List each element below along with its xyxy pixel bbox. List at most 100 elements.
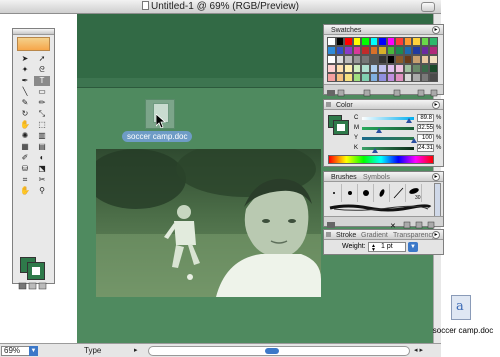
slider-k[interactable]: K 24.31 % [354, 144, 441, 153]
slider-track[interactable] [362, 137, 414, 140]
color-swatch[interactable] [395, 73, 404, 82]
scroll-arrows[interactable]: ◂ ▸ [414, 346, 438, 356]
color-swatch[interactable] [412, 46, 421, 55]
tab-symbols[interactable]: Symbols [360, 173, 393, 182]
tab-color[interactable]: Color [333, 101, 356, 110]
color-swatch[interactable] [412, 73, 421, 82]
tab-swatches[interactable]: Swatches [328, 26, 364, 35]
horizontal-scrollbar[interactable] [148, 346, 410, 356]
slider-thumb[interactable] [375, 128, 382, 133]
stroke-swatch[interactable] [27, 262, 45, 280]
slider-thumb[interactable] [371, 148, 378, 153]
color-swatch[interactable] [412, 64, 421, 73]
color-swatch[interactable] [335, 64, 344, 73]
color-swatch[interactable] [327, 73, 336, 82]
screen-mode-icons[interactable] [18, 282, 50, 290]
pencil-tool-icon[interactable]: ✏ [34, 98, 50, 108]
warp-tool-icon[interactable]: ✋ [17, 120, 33, 130]
color-swatch[interactable] [386, 37, 395, 46]
color-swatch[interactable] [412, 37, 421, 46]
color-swatch[interactable] [412, 55, 421, 64]
color-swatch[interactable] [403, 64, 412, 73]
color-swatch[interactable] [369, 46, 378, 55]
swatch-footer-icons[interactable] [324, 88, 445, 98]
slider-thumb[interactable] [405, 118, 412, 123]
eyedropper-tool-icon[interactable]: ✐ [17, 153, 33, 163]
color-swatch[interactable] [344, 73, 353, 82]
color-swatch[interactable] [327, 37, 336, 46]
color-stroke-swatch[interactable] [333, 120, 349, 135]
weight-field[interactable]: ▲ ▼ 1 pt [368, 242, 406, 253]
weight-stepper-icon[interactable]: ▲ ▼ [371, 244, 376, 253]
crop-area-tool-icon[interactable]: ⌗ [17, 175, 33, 185]
selection-tool-icon[interactable]: ➤ [17, 54, 33, 64]
color-swatch[interactable] [403, 37, 412, 46]
color-swatch[interactable] [386, 46, 395, 55]
color-swatch[interactable] [369, 73, 378, 82]
color-swatch[interactable] [420, 46, 429, 55]
direct-selection-tool-icon[interactable]: ➚ [34, 54, 50, 64]
color-swatch[interactable] [335, 46, 344, 55]
scale-tool-icon[interactable]: ⤡ [34, 109, 50, 119]
brushes-scrollbar[interactable] [434, 183, 441, 217]
color-swatch[interactable] [352, 37, 361, 46]
magic-wand-tool-icon[interactable]: ✦ [17, 65, 33, 75]
color-swatch[interactable] [429, 55, 438, 64]
symbol-sprayer-tool-icon[interactable]: ✺ [17, 131, 33, 141]
pen-tool-icon[interactable]: ✒ [17, 76, 33, 86]
color-swatch[interactable] [378, 55, 387, 64]
hand-tool-icon[interactable]: ✋ [17, 186, 33, 196]
slider-c[interactable]: C 89.8 % [354, 114, 441, 123]
line-tool-icon[interactable]: ╲ [17, 87, 33, 97]
color-swatch[interactable] [361, 37, 370, 46]
app-logo-icon[interactable] [17, 37, 50, 51]
color-swatch[interactable] [403, 73, 412, 82]
color-swatch[interactable] [369, 55, 378, 64]
window-zoom-button[interactable] [421, 2, 435, 12]
panel-menu-icon[interactable]: ▸ [432, 173, 440, 181]
zoom-dropdown-icon[interactable]: ▼ [29, 346, 38, 356]
color-swatch[interactable] [344, 46, 353, 55]
weight-dropdown-icon[interactable]: ▼ [408, 242, 418, 252]
slider-track[interactable] [362, 147, 414, 150]
brush-preset[interactable] [391, 184, 406, 202]
slider-m[interactable]: M 32.55 % [354, 124, 441, 133]
color-swatch[interactable] [429, 73, 438, 82]
color-swatch[interactable] [344, 37, 353, 46]
color-swatch[interactable] [395, 55, 404, 64]
panel-menu-icon[interactable]: ▸ [432, 26, 440, 34]
graph-tool-icon[interactable]: ▥ [34, 131, 50, 141]
live-paint-selection-tool-icon[interactable]: ⬔ [34, 164, 50, 174]
paintbrush-tool-icon[interactable]: ✎ [17, 98, 33, 108]
window-titlebar[interactable]: Untitled-1 @ 69% (RGB/Preview) [0, 0, 441, 14]
color-swatch[interactable] [361, 64, 370, 73]
color-swatch[interactable] [335, 55, 344, 64]
tab-brushes[interactable]: Brushes [328, 173, 360, 182]
color-swatch[interactable] [335, 73, 344, 82]
color-swatch[interactable] [420, 64, 429, 73]
live-paint-tool-icon[interactable]: ⛁ [17, 164, 33, 174]
brush-preset[interactable] [343, 184, 358, 202]
color-swatch[interactable] [369, 64, 378, 73]
color-swatch[interactable] [386, 73, 395, 82]
panel-collapse-icon[interactable] [326, 232, 331, 237]
color-swatch[interactable] [352, 73, 361, 82]
color-swatch[interactable] [344, 55, 353, 64]
color-swatch[interactable] [378, 37, 387, 46]
color-spectrum-bar[interactable] [328, 155, 434, 164]
slider-value-field[interactable]: 89.8 [417, 114, 434, 122]
color-swatch[interactable] [361, 73, 370, 82]
color-swatch[interactable] [403, 55, 412, 64]
color-swatch[interactable] [369, 37, 378, 46]
desktop-file-label[interactable]: soccer camp.doc [428, 326, 498, 335]
brush-stroke-preview[interactable] [328, 203, 432, 213]
color-swatch[interactable] [327, 46, 336, 55]
color-swatch[interactable] [403, 46, 412, 55]
scroll-thumb[interactable] [265, 348, 279, 354]
color-swatch[interactable] [378, 73, 387, 82]
slider-track[interactable] [362, 127, 414, 130]
free-transform-tool-icon[interactable]: ⬚ [34, 120, 50, 130]
color-swatch[interactable] [386, 55, 395, 64]
rotate-tool-icon[interactable]: ↻ [17, 109, 33, 119]
color-swatch[interactable] [344, 64, 353, 73]
